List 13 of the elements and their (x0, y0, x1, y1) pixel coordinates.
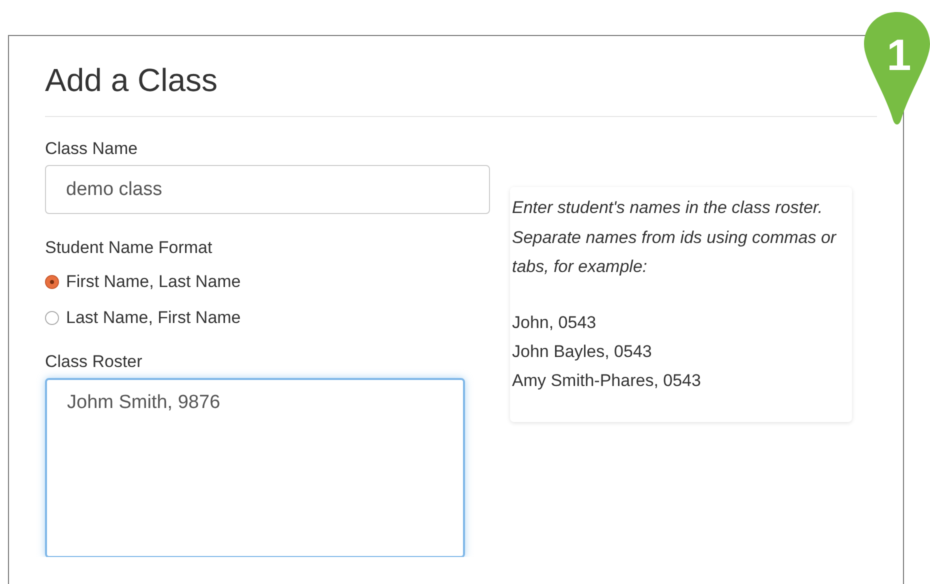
field-label: Class Name (45, 139, 138, 159)
help-text: Enter student's names in the class roster. Separate names from ids using commas or tabs, for example: (512, 197, 838, 278)
field-label: Class Roster (45, 352, 142, 372)
example-line: John Bayles, 0543 (512, 340, 652, 362)
roster-field[interactable]: Johm Smith, 9876 (45, 378, 465, 557)
class-name-field[interactable]: demo class (45, 165, 490, 214)
radio-option[interactable]: First Name, Last Name (45, 264, 241, 300)
example-line: John, 0543 (512, 312, 596, 334)
radio-option[interactable]: Last Name, First Name (45, 300, 241, 336)
example-line: Amy Smith-Phares, 0543 (512, 370, 701, 392)
dialog-title: Add a Class (45, 61, 218, 100)
step-badge: 1 (862, 10, 930, 126)
field-label: Student Name Format (45, 238, 212, 258)
